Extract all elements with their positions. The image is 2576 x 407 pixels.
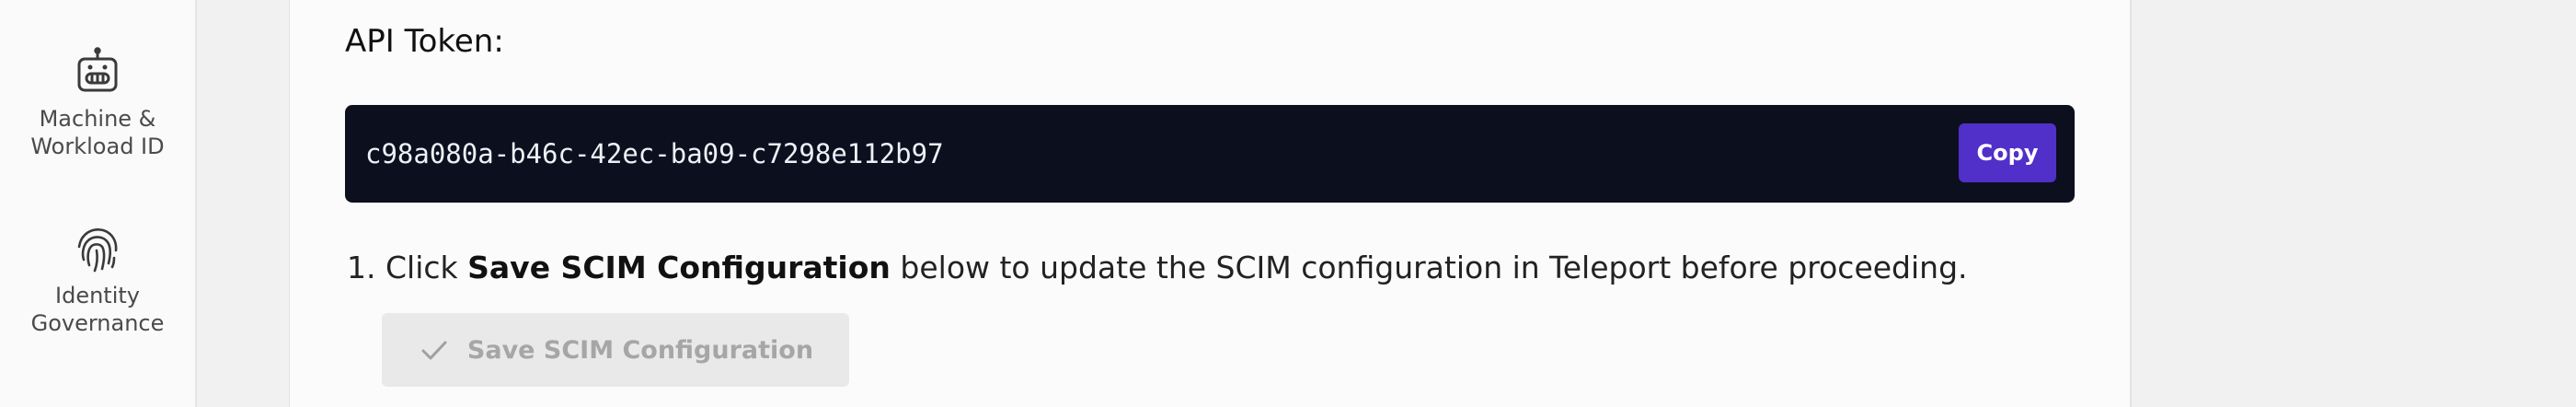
save-button-label: Save SCIM Configuration xyxy=(466,335,814,365)
sidebar: Machine & Workload ID Identity Governanc… xyxy=(0,0,197,407)
sidebar-item-identity-governance[interactable]: Identity Governance xyxy=(0,223,195,337)
sidebar-item-label: Identity Governance xyxy=(30,283,165,336)
check-icon xyxy=(421,341,447,360)
api-token-value[interactable]: c98a080a-b46c-42ec-ba09-c7298e112b97 xyxy=(365,133,944,175)
step-emphasis: Save SCIM Configuration xyxy=(467,250,891,285)
save-scim-configuration-button[interactable]: Save SCIM Configuration xyxy=(382,313,849,387)
step-number: 1. xyxy=(347,250,376,285)
step-1: 1. Click Save SCIM Configuration below t… xyxy=(347,245,1968,291)
api-token-heading: API Token: xyxy=(345,23,504,60)
fingerprint-icon xyxy=(77,228,118,273)
sidebar-item-label: Machine & Workload ID xyxy=(30,106,165,159)
sidebar-item-machine-workload-id[interactable]: Machine & Workload ID xyxy=(0,46,195,160)
robot-icon xyxy=(77,47,118,92)
copy-button[interactable]: Copy xyxy=(1959,123,2056,182)
step-text-prefix: Click xyxy=(385,250,458,285)
api-token-box: c98a080a-b46c-42ec-ba09-c7298e112b97 Cop… xyxy=(345,105,2075,203)
step-text-suffix: below to update the SCIM configuration i… xyxy=(900,250,1968,285)
main-panel: API Token: c98a080a-b46c-42ec-ba09-c7298… xyxy=(289,0,2132,407)
